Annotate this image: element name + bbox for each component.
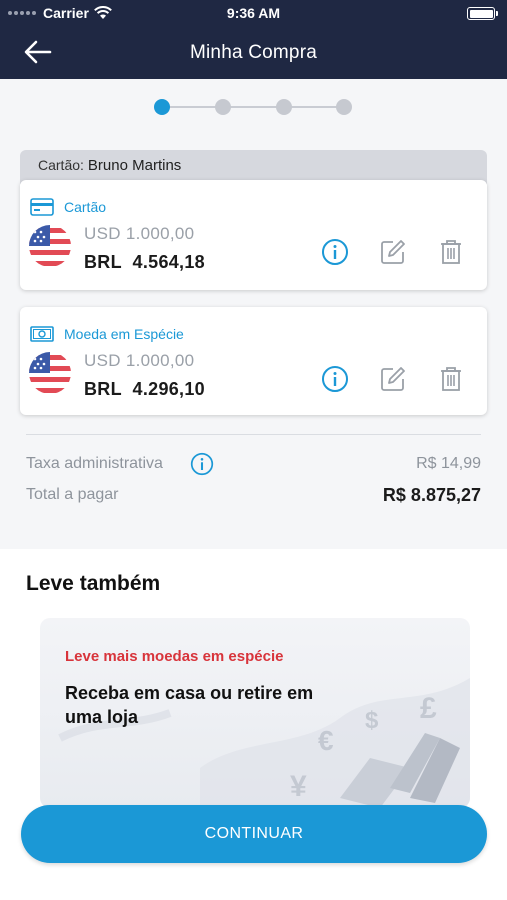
us-flag-icon bbox=[29, 225, 71, 267]
edit-icon[interactable] bbox=[379, 238, 407, 266]
item-type-label: Cartão bbox=[64, 199, 107, 215]
item-type-label: Moeda em Espécie bbox=[64, 326, 184, 342]
card-holder-bar: Cartão: Bruno Martins bbox=[20, 150, 487, 184]
top-bar: Carrier 9:36 AM Minha Compra bbox=[0, 0, 507, 79]
step-1-dot bbox=[154, 99, 170, 115]
item-actions bbox=[321, 365, 465, 393]
promo-card[interactable]: £ $ € ¥ Leve mais moedas em espécie Rece… bbox=[40, 618, 470, 808]
promo-kicker: Leve mais moedas em espécie bbox=[65, 648, 284, 665]
progress-stepper bbox=[154, 99, 354, 117]
svg-text:¥: ¥ bbox=[290, 770, 307, 803]
status-time: 9:36 AM bbox=[226, 5, 281, 21]
foreign-amount: USD 1.000,00 bbox=[84, 224, 195, 243]
summary-divider bbox=[26, 434, 481, 435]
item-type: Moeda em Espécie bbox=[30, 325, 184, 343]
holder-name: Bruno Martins bbox=[87, 157, 182, 174]
battery-icon bbox=[467, 7, 498, 20]
svg-text:£: £ bbox=[420, 692, 437, 725]
continue-button[interactable]: CONTINUAR bbox=[21, 805, 487, 863]
us-flag-icon bbox=[29, 352, 71, 394]
trash-icon[interactable] bbox=[437, 238, 465, 266]
purchase-item-card: Moeda em Espécie USD 1.000,00 BRL 4.296,… bbox=[20, 307, 487, 415]
foreign-amount: USD 1.000,00 bbox=[84, 351, 195, 370]
info-icon[interactable] bbox=[190, 452, 214, 476]
local-value: 4.296,10 bbox=[132, 379, 205, 399]
edit-icon[interactable] bbox=[379, 365, 407, 393]
step-2-dot bbox=[215, 99, 231, 115]
local-amount: BRL 4.296,10 bbox=[84, 379, 205, 400]
card-icon bbox=[30, 198, 54, 216]
local-currency: BRL bbox=[84, 379, 122, 399]
step-3-dot bbox=[276, 99, 292, 115]
local-value: 4.564,18 bbox=[132, 252, 205, 272]
svg-text:€: € bbox=[318, 725, 334, 756]
local-amount: BRL 4.564,18 bbox=[84, 252, 205, 273]
svg-text:$: $ bbox=[365, 707, 379, 734]
upsell-heading: Leve também bbox=[26, 572, 161, 595]
trash-icon[interactable] bbox=[437, 365, 465, 393]
admin-fee-value: R$ 14,99 bbox=[416, 455, 481, 472]
holder-label: Cartão: bbox=[38, 157, 84, 173]
total-row: Total a pagar R$ 8.875,27 bbox=[26, 485, 481, 505]
purchase-item-card: Cartão USD 1.000,00 BRL 4.564,18 bbox=[20, 180, 487, 290]
info-icon[interactable] bbox=[321, 365, 349, 393]
item-actions bbox=[321, 238, 465, 266]
total-value: R$ 8.875,27 bbox=[382, 485, 481, 505]
stepper-line bbox=[162, 106, 346, 108]
info-icon[interactable] bbox=[321, 238, 349, 266]
total-label: Total a pagar bbox=[26, 486, 119, 503]
cash-icon bbox=[30, 326, 54, 342]
item-type: Cartão bbox=[30, 198, 106, 216]
step-4-dot bbox=[336, 99, 352, 115]
page-title: Minha Compra bbox=[189, 42, 317, 63]
status-bar: Carrier 9:36 AM bbox=[0, 4, 507, 24]
admin-fee-label: Taxa administrativa bbox=[26, 455, 163, 472]
local-currency: BRL bbox=[84, 252, 122, 272]
promo-title: Receba em casa ou retire em uma loja bbox=[65, 683, 314, 727]
admin-fee-row: Taxa administrativa R$ 14,99 bbox=[26, 452, 481, 476]
